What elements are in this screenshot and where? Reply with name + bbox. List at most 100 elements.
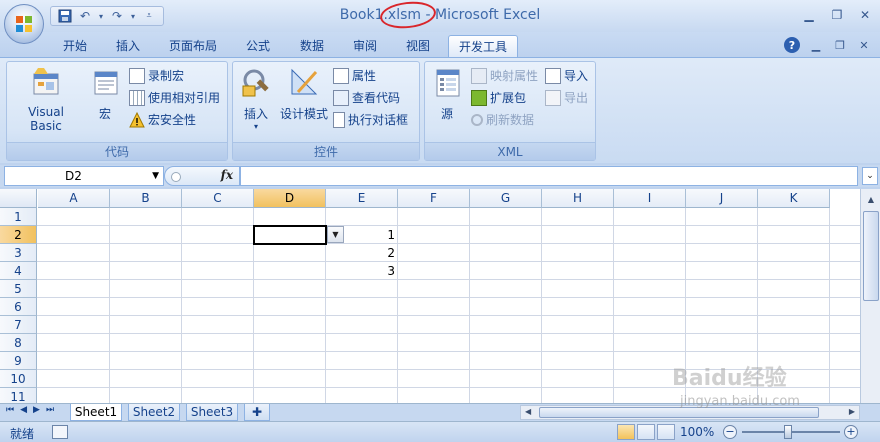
xml-source-button[interactable]: 源 (429, 66, 465, 122)
row-header-8[interactable]: 8 (0, 334, 37, 352)
prev-sheet-icon[interactable]: ◀ (20, 405, 27, 415)
row-header-6[interactable]: 6 (0, 298, 37, 316)
restore-icon[interactable]: ❐ (826, 6, 848, 24)
grid-row-line (37, 297, 860, 298)
next-sheet-icon[interactable]: ▶ (33, 405, 40, 415)
zoom-slider-knob[interactable] (784, 425, 792, 439)
export-icon (545, 90, 561, 106)
design-mode-icon (291, 68, 318, 95)
row-header-10[interactable]: 10 (0, 370, 37, 388)
grid-row-line (37, 279, 860, 280)
macros-label: 宏 (98, 107, 111, 121)
column-header-f[interactable]: F (398, 189, 470, 208)
tab-data[interactable]: 数据 (292, 35, 332, 58)
grid-column-line (109, 208, 110, 403)
row-header-2[interactable]: 2 (0, 226, 37, 244)
column-header-i[interactable]: I (614, 189, 686, 208)
row-header-9[interactable]: 9 (0, 352, 37, 370)
tab-formulas[interactable]: 公式 (238, 35, 278, 58)
expand-formula-bar-icon[interactable]: ⌄ (862, 167, 878, 185)
tab-page-layout[interactable]: 页面布局 (162, 35, 224, 58)
page-break-view-icon[interactable] (657, 424, 675, 440)
zoom-level[interactable]: 100% (680, 425, 714, 439)
row-header-5[interactable]: 5 (0, 280, 37, 298)
row-header-4[interactable]: 4 (0, 262, 37, 280)
macros-button[interactable]: 宏 (87, 66, 123, 122)
view-code-button[interactable]: 查看代码 (333, 89, 400, 107)
column-header-e[interactable]: E (326, 189, 398, 208)
row-header-11[interactable]: 11 (0, 388, 37, 403)
column-header-h[interactable]: H (542, 189, 614, 208)
column-header-j[interactable]: J (686, 189, 758, 208)
zoom-out-icon[interactable]: − (723, 425, 737, 439)
last-sheet-icon[interactable]: ⏭ (46, 405, 54, 415)
tab-view[interactable]: 视图 (398, 35, 438, 58)
record-macro-button[interactable]: 录制宏 (129, 67, 184, 85)
group-controls: 插入 ▾ 设计模式 属性 查看代码 执行对话框 控件 (232, 61, 420, 161)
formula-bar-grip-icon[interactable] (171, 172, 181, 182)
column-header-c[interactable]: C (182, 189, 254, 208)
design-mode-button[interactable]: 设计模式 (277, 66, 331, 122)
sheet-tab-sheet3[interactable]: Sheet3 (186, 404, 238, 421)
insert-control-button[interactable]: 插入 ▾ (237, 66, 275, 131)
scroll-up-icon[interactable]: ▲ (863, 192, 879, 208)
scroll-left-icon[interactable]: ◀ (525, 407, 531, 416)
column-header-b[interactable]: B (110, 189, 182, 208)
minimize-icon[interactable]: ▁ (798, 6, 820, 24)
cell-dropdown-icon[interactable]: ▼ (327, 226, 344, 243)
name-box[interactable]: D2 ▼ (4, 166, 164, 186)
grid-column-line (181, 208, 182, 403)
row-header-3[interactable]: 3 (0, 244, 37, 262)
map-properties-button[interactable]: 映射属性 (471, 67, 538, 85)
column-header-k[interactable]: K (758, 189, 830, 208)
tab-developer[interactable]: 开发工具 (448, 35, 518, 58)
grid-column-line (541, 208, 542, 403)
import-button[interactable]: 导入 (545, 67, 588, 85)
visual-basic-button[interactable]: Visual Basic (11, 66, 81, 133)
normal-view-icon[interactable] (617, 424, 635, 440)
vertical-scroll-thumb[interactable] (863, 211, 879, 301)
properties-button[interactable]: 属性 (333, 67, 376, 85)
workbook-close-icon[interactable]: ✕ (856, 37, 872, 53)
tab-review[interactable]: 审阅 (345, 35, 385, 58)
row-header-7[interactable]: 7 (0, 316, 37, 334)
column-header-d[interactable]: D (254, 189, 326, 208)
xml-source-icon (436, 69, 460, 97)
refresh-data-button[interactable]: 刷新数据 (471, 111, 534, 129)
page-layout-view-icon[interactable] (637, 424, 655, 440)
office-button[interactable] (4, 4, 44, 44)
run-dialog-button[interactable]: 执行对话框 (333, 111, 408, 129)
row-header-1[interactable]: 1 (0, 208, 37, 226)
name-box-dropdown-icon[interactable]: ▼ (152, 167, 159, 185)
active-cell-d2[interactable] (253, 225, 327, 245)
insert-sheet-icon[interactable]: ✚ (244, 404, 270, 421)
tab-insert[interactable]: 插入 (108, 35, 148, 58)
zoom-in-icon[interactable]: + (844, 425, 858, 439)
first-sheet-icon[interactable]: ⏮ (6, 405, 14, 415)
group-xml: 源 映射属性 扩展包 刷新数据 导入 导出 XML (424, 61, 596, 161)
expansion-packs-button[interactable]: 扩展包 (471, 89, 526, 107)
export-button[interactable]: 导出 (545, 89, 588, 107)
warning-icon (129, 112, 145, 128)
sheet-tab-sheet2[interactable]: Sheet2 (128, 404, 180, 421)
cell-e3[interactable]: 2 (326, 244, 398, 262)
tab-home[interactable]: 开始 (56, 35, 94, 58)
insert-function-icon[interactable]: fx (221, 168, 233, 182)
map-properties-icon (471, 68, 487, 84)
select-all-corner[interactable] (0, 189, 37, 208)
close-icon[interactable]: ✕ (854, 6, 876, 24)
column-header-g[interactable]: G (470, 189, 542, 208)
workbook-minimize-icon[interactable]: ▁ (808, 37, 824, 53)
workbook-restore-icon[interactable]: ❐ (832, 37, 848, 53)
column-header-a[interactable]: A (38, 189, 110, 208)
formula-input[interactable] (240, 166, 858, 186)
refresh-data-icon (471, 114, 483, 126)
cell-e4[interactable]: 3 (326, 262, 398, 280)
grid-row-line (37, 315, 860, 316)
macro-record-icon[interactable] (52, 425, 68, 439)
sheet-tab-sheet1[interactable]: Sheet1 (70, 404, 122, 421)
help-icon[interactable]: ? (784, 37, 800, 53)
ribbon-tabs: 开始 插入 页面布局 公式 数据 审阅 视图 开发工具 ? ▁ ❐ ✕ (0, 32, 880, 58)
macro-security-button[interactable]: 宏安全性 (129, 111, 196, 129)
relative-reference-button[interactable]: 使用相对引用 (129, 89, 220, 107)
